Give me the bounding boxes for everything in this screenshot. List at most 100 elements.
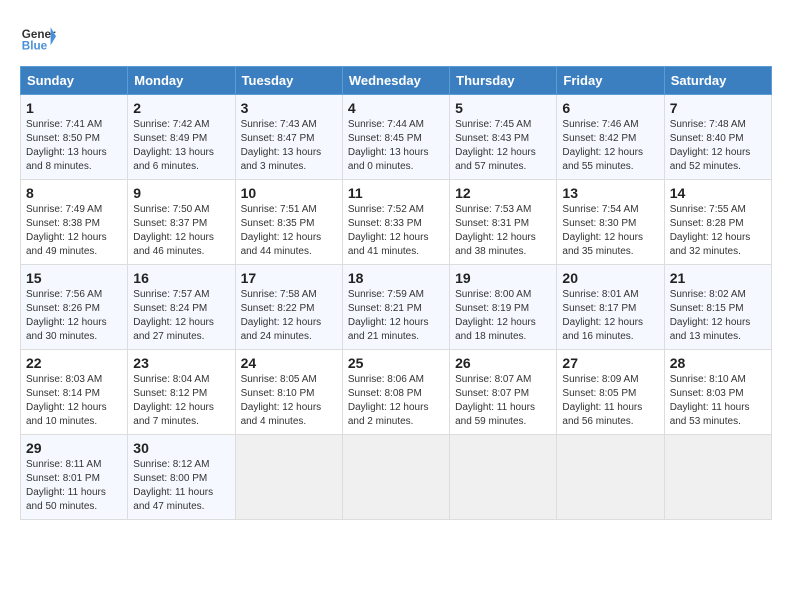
day-number: 15 [26, 270, 122, 286]
weekday-header-sunday: Sunday [21, 67, 128, 95]
day-number: 11 [348, 185, 444, 201]
calendar-day-cell [664, 435, 771, 520]
day-number: 23 [133, 355, 229, 371]
calendar-day-cell: 5 Sunrise: 7:45 AM Sunset: 8:43 PM Daylig… [450, 95, 557, 180]
calendar-day-cell: 24 Sunrise: 8:05 AM Sunset: 8:10 PM Dayli… [235, 350, 342, 435]
day-number: 21 [670, 270, 766, 286]
calendar-day-cell: 15 Sunrise: 7:56 AM Sunset: 8:26 PM Dayli… [21, 265, 128, 350]
day-number: 20 [562, 270, 658, 286]
day-number: 2 [133, 100, 229, 116]
day-number: 28 [670, 355, 766, 371]
calendar-day-cell: 29Sunrise: 8:11 AM Sunset: 8:01 PM Dayli… [21, 435, 128, 520]
day-number: 25 [348, 355, 444, 371]
calendar-day-cell [342, 435, 449, 520]
day-number: 27 [562, 355, 658, 371]
day-number: 6 [562, 100, 658, 116]
day-number: 13 [562, 185, 658, 201]
day-info: Sunrise: 7:59 AM Sunset: 8:21 PM Dayligh… [348, 288, 444, 344]
weekday-header-row: SundayMondayTuesdayWednesdayThursdayFrid… [21, 67, 772, 95]
day-info: Sunrise: 7:55 AM Sunset: 8:28 PM Dayligh… [670, 203, 766, 259]
day-info: Sunrise: 8:09 AM Sunset: 8:05 PM Dayligh… [562, 373, 658, 429]
day-number: 1 [26, 100, 122, 116]
weekday-header-friday: Friday [557, 67, 664, 95]
day-info: Sunrise: 7:52 AM Sunset: 8:33 PM Dayligh… [348, 203, 444, 259]
calendar-day-cell: 3 Sunrise: 7:43 AM Sunset: 8:47 PM Daylig… [235, 95, 342, 180]
calendar-day-cell: 20 Sunrise: 8:01 AM Sunset: 8:17 PM Dayli… [557, 265, 664, 350]
day-info: Sunrise: 7:44 AM Sunset: 8:45 PM Dayligh… [348, 118, 444, 174]
day-number: 8 [26, 185, 122, 201]
calendar-day-cell: 21 Sunrise: 8:02 AM Sunset: 8:15 PM Dayli… [664, 265, 771, 350]
weekday-header-wednesday: Wednesday [342, 67, 449, 95]
calendar-day-cell: 4Sunrise: 7:44 AM Sunset: 8:45 PM Daylig… [342, 95, 449, 180]
calendar-day-cell [450, 435, 557, 520]
day-info: Sunrise: 8:03 AM Sunset: 8:14 PM Dayligh… [26, 373, 122, 429]
calendar-day-cell: 12Sunrise: 7:53 AM Sunset: 8:31 PM Dayli… [450, 180, 557, 265]
svg-text:Blue: Blue [22, 40, 48, 53]
day-info: Sunrise: 7:54 AM Sunset: 8:30 PM Dayligh… [562, 203, 658, 259]
day-number: 9 [133, 185, 229, 201]
day-number: 22 [26, 355, 122, 371]
day-info: Sunrise: 7:49 AM Sunset: 8:38 PM Dayligh… [26, 203, 122, 259]
calendar-day-cell: 7 Sunrise: 7:48 AM Sunset: 8:40 PM Daylig… [664, 95, 771, 180]
day-info: Sunrise: 8:05 AM Sunset: 8:10 PM Dayligh… [241, 373, 337, 429]
day-info: Sunrise: 8:00 AM Sunset: 8:19 PM Dayligh… [455, 288, 551, 344]
calendar-day-cell: 22 Sunrise: 8:03 AM Sunset: 8:14 PM Dayli… [21, 350, 128, 435]
calendar-day-cell: 19 Sunrise: 8:00 AM Sunset: 8:19 PM Dayli… [450, 265, 557, 350]
day-number: 3 [241, 100, 337, 116]
day-number: 17 [241, 270, 337, 286]
calendar-day-cell: 27 Sunrise: 8:09 AM Sunset: 8:05 PM Dayli… [557, 350, 664, 435]
calendar-day-cell: 18 Sunrise: 7:59 AM Sunset: 8:21 PM Dayli… [342, 265, 449, 350]
day-number: 24 [241, 355, 337, 371]
day-info: Sunrise: 8:07 AM Sunset: 8:07 PM Dayligh… [455, 373, 551, 429]
day-number: 19 [455, 270, 551, 286]
day-number: 30 [133, 440, 229, 456]
day-number: 14 [670, 185, 766, 201]
weekday-header-saturday: Saturday [664, 67, 771, 95]
calendar-week-row: 1 Sunrise: 7:41 AM Sunset: 8:50 PM Daylig… [21, 95, 772, 180]
calendar-day-cell: 23 Sunrise: 8:04 AM Sunset: 8:12 PM Dayli… [128, 350, 235, 435]
day-info: Sunrise: 7:57 AM Sunset: 8:24 PM Dayligh… [133, 288, 229, 344]
calendar-day-cell: 17 Sunrise: 7:58 AM Sunset: 8:22 PM Dayli… [235, 265, 342, 350]
day-number: 7 [670, 100, 766, 116]
day-info: Sunrise: 7:56 AM Sunset: 8:26 PM Dayligh… [26, 288, 122, 344]
logo: General Blue [20, 20, 56, 56]
day-info: Sunrise: 7:43 AM Sunset: 8:47 PM Dayligh… [241, 118, 337, 174]
calendar-day-cell: 1 Sunrise: 7:41 AM Sunset: 8:50 PM Daylig… [21, 95, 128, 180]
day-info: Sunrise: 8:11 AM Sunset: 8:01 PM Dayligh… [26, 458, 122, 514]
day-info: Sunrise: 8:01 AM Sunset: 8:17 PM Dayligh… [562, 288, 658, 344]
day-info: Sunrise: 7:41 AM Sunset: 8:50 PM Dayligh… [26, 118, 122, 174]
day-number: 26 [455, 355, 551, 371]
day-info: Sunrise: 7:50 AM Sunset: 8:37 PM Dayligh… [133, 203, 229, 259]
calendar-table: SundayMondayTuesdayWednesdayThursdayFrid… [20, 66, 772, 520]
weekday-header-monday: Monday [128, 67, 235, 95]
calendar-day-cell: 28 Sunrise: 8:10 AM Sunset: 8:03 PM Dayli… [664, 350, 771, 435]
calendar-day-cell: 25 Sunrise: 8:06 AM Sunset: 8:08 PM Dayli… [342, 350, 449, 435]
day-info: Sunrise: 7:48 AM Sunset: 8:40 PM Dayligh… [670, 118, 766, 174]
day-info: Sunrise: 8:10 AM Sunset: 8:03 PM Dayligh… [670, 373, 766, 429]
calendar-week-row: 8 Sunrise: 7:49 AM Sunset: 8:38 PM Daylig… [21, 180, 772, 265]
calendar-day-cell: 6 Sunrise: 7:46 AM Sunset: 8:42 PM Daylig… [557, 95, 664, 180]
day-number: 5 [455, 100, 551, 116]
calendar-week-row: 22 Sunrise: 8:03 AM Sunset: 8:14 PM Dayli… [21, 350, 772, 435]
calendar-day-cell: 9 Sunrise: 7:50 AM Sunset: 8:37 PM Daylig… [128, 180, 235, 265]
day-info: Sunrise: 7:46 AM Sunset: 8:42 PM Dayligh… [562, 118, 658, 174]
logo-icon: General Blue [20, 20, 56, 56]
weekday-header-tuesday: Tuesday [235, 67, 342, 95]
day-number: 18 [348, 270, 444, 286]
day-number: 16 [133, 270, 229, 286]
calendar-week-row: 29Sunrise: 8:11 AM Sunset: 8:01 PM Dayli… [21, 435, 772, 520]
day-info: Sunrise: 8:12 AM Sunset: 8:00 PM Dayligh… [133, 458, 229, 514]
day-info: Sunrise: 7:58 AM Sunset: 8:22 PM Dayligh… [241, 288, 337, 344]
day-info: Sunrise: 8:04 AM Sunset: 8:12 PM Dayligh… [133, 373, 229, 429]
day-info: Sunrise: 8:02 AM Sunset: 8:15 PM Dayligh… [670, 288, 766, 344]
day-info: Sunrise: 7:42 AM Sunset: 8:49 PM Dayligh… [133, 118, 229, 174]
day-info: Sunrise: 7:45 AM Sunset: 8:43 PM Dayligh… [455, 118, 551, 174]
weekday-header-thursday: Thursday [450, 67, 557, 95]
calendar-day-cell: 11 Sunrise: 7:52 AM Sunset: 8:33 PM Dayli… [342, 180, 449, 265]
calendar-day-cell [557, 435, 664, 520]
day-info: Sunrise: 7:51 AM Sunset: 8:35 PM Dayligh… [241, 203, 337, 259]
calendar-day-cell: 8 Sunrise: 7:49 AM Sunset: 8:38 PM Daylig… [21, 180, 128, 265]
calendar-day-cell: 26 Sunrise: 8:07 AM Sunset: 8:07 PM Dayli… [450, 350, 557, 435]
day-info: Sunrise: 8:06 AM Sunset: 8:08 PM Dayligh… [348, 373, 444, 429]
day-number: 10 [241, 185, 337, 201]
